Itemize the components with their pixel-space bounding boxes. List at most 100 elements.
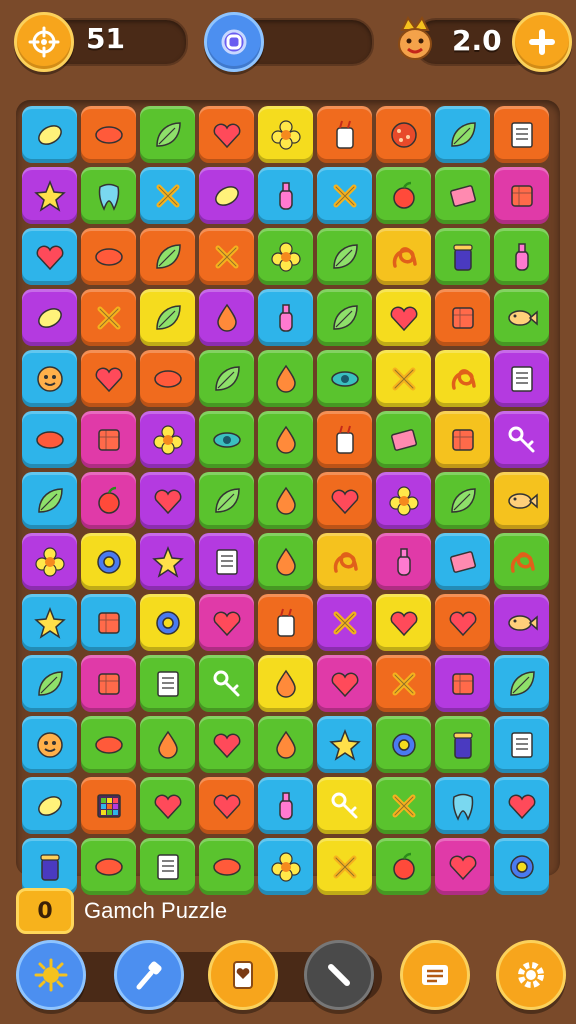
coin-badge[interactable]: 0 xyxy=(16,888,74,934)
tile[interactable] xyxy=(140,594,195,651)
tile[interactable] xyxy=(22,777,77,834)
tile[interactable] xyxy=(258,838,313,895)
tile[interactable] xyxy=(494,350,549,407)
tile[interactable] xyxy=(494,716,549,773)
tile[interactable] xyxy=(81,289,136,346)
target-button[interactable] xyxy=(14,12,74,72)
tile[interactable] xyxy=(81,777,136,834)
tile[interactable] xyxy=(494,106,549,163)
tile[interactable] xyxy=(140,289,195,346)
tile[interactable] xyxy=(140,533,195,590)
booster-hammer-button[interactable] xyxy=(114,940,184,1010)
tile[interactable] xyxy=(140,655,195,712)
tile[interactable] xyxy=(22,167,77,224)
tile[interactable] xyxy=(22,655,77,712)
tile[interactable] xyxy=(317,594,372,651)
tile[interactable] xyxy=(494,411,549,468)
tile[interactable] xyxy=(376,838,431,895)
tile[interactable] xyxy=(435,167,490,224)
tile[interactable] xyxy=(258,228,313,285)
tile[interactable] xyxy=(81,838,136,895)
tile[interactable] xyxy=(199,533,254,590)
tile[interactable] xyxy=(140,411,195,468)
tile[interactable] xyxy=(22,289,77,346)
tile[interactable] xyxy=(140,228,195,285)
tile[interactable] xyxy=(199,228,254,285)
tile[interactable] xyxy=(494,472,549,529)
tile[interactable] xyxy=(140,716,195,773)
tile[interactable] xyxy=(22,228,77,285)
tile[interactable] xyxy=(199,289,254,346)
tile[interactable] xyxy=(376,350,431,407)
tile[interactable] xyxy=(435,106,490,163)
tile[interactable] xyxy=(81,533,136,590)
tile[interactable] xyxy=(258,472,313,529)
tile[interactable] xyxy=(317,228,372,285)
tile[interactable] xyxy=(317,350,372,407)
tile[interactable] xyxy=(81,472,136,529)
tile[interactable] xyxy=(494,289,549,346)
tile[interactable] xyxy=(435,411,490,468)
tile[interactable] xyxy=(140,472,195,529)
tile[interactable] xyxy=(81,594,136,651)
tile[interactable] xyxy=(140,106,195,163)
tile[interactable] xyxy=(140,167,195,224)
tile[interactable] xyxy=(140,350,195,407)
tile[interactable] xyxy=(199,411,254,468)
tile[interactable] xyxy=(258,594,313,651)
tile[interactable] xyxy=(22,594,77,651)
tile[interactable] xyxy=(22,106,77,163)
tile[interactable] xyxy=(199,106,254,163)
tile[interactable] xyxy=(258,106,313,163)
tile[interactable] xyxy=(435,655,490,712)
tile[interactable] xyxy=(435,777,490,834)
tile[interactable] xyxy=(317,533,372,590)
tile[interactable] xyxy=(199,716,254,773)
tile[interactable] xyxy=(494,533,549,590)
tile[interactable] xyxy=(435,716,490,773)
tile[interactable] xyxy=(22,716,77,773)
tile[interactable] xyxy=(81,228,136,285)
tile[interactable] xyxy=(435,533,490,590)
tile[interactable] xyxy=(376,655,431,712)
tile[interactable] xyxy=(258,777,313,834)
tile[interactable] xyxy=(81,106,136,163)
tile[interactable] xyxy=(494,594,549,651)
tile[interactable] xyxy=(376,472,431,529)
tile[interactable] xyxy=(376,289,431,346)
tile[interactable] xyxy=(81,167,136,224)
tile[interactable] xyxy=(435,228,490,285)
tile[interactable] xyxy=(258,289,313,346)
booster-wand-button[interactable] xyxy=(304,940,374,1010)
tile[interactable] xyxy=(435,289,490,346)
tile[interactable] xyxy=(81,411,136,468)
tile[interactable] xyxy=(376,228,431,285)
booster-card-button[interactable] xyxy=(208,940,278,1010)
settings-button[interactable] xyxy=(496,940,566,1010)
tile[interactable] xyxy=(317,411,372,468)
tile[interactable] xyxy=(317,289,372,346)
tile[interactable] xyxy=(317,716,372,773)
menu-button[interactable] xyxy=(400,940,470,1010)
tile[interactable] xyxy=(258,350,313,407)
tile[interactable] xyxy=(317,106,372,163)
tile[interactable] xyxy=(258,655,313,712)
tile[interactable] xyxy=(258,411,313,468)
tile[interactable] xyxy=(199,594,254,651)
tile[interactable] xyxy=(376,594,431,651)
tile[interactable] xyxy=(81,716,136,773)
tile[interactable] xyxy=(376,533,431,590)
add-button[interactable] xyxy=(512,12,572,72)
tile[interactable] xyxy=(22,838,77,895)
tile[interactable] xyxy=(81,350,136,407)
tile[interactable] xyxy=(435,838,490,895)
tile[interactable] xyxy=(22,350,77,407)
tile[interactable] xyxy=(199,167,254,224)
tile[interactable] xyxy=(376,167,431,224)
tile[interactable] xyxy=(199,838,254,895)
tile[interactable] xyxy=(317,472,372,529)
tile[interactable] xyxy=(317,655,372,712)
tile[interactable] xyxy=(199,472,254,529)
tile[interactable] xyxy=(494,777,549,834)
tile[interactable] xyxy=(376,411,431,468)
